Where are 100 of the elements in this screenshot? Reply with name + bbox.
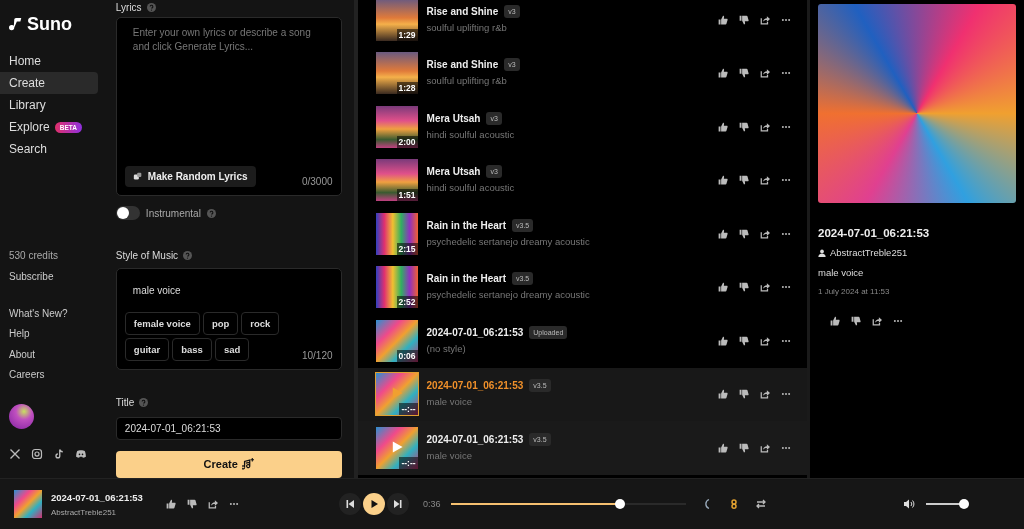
skip-forward-icon[interactable]: [393, 499, 403, 509]
song-title[interactable]: 2024-07-01_06:21:53: [426, 380, 524, 392]
share-icon[interactable]: [760, 389, 770, 400]
thumbs-up-icon[interactable]: [166, 499, 176, 509]
footer-link[interactable]: Help: [0, 324, 105, 345]
cover-art[interactable]: 0:06: [375, 319, 418, 362]
discord-icon[interactable]: [75, 447, 87, 460]
footer-link[interactable]: About: [0, 344, 105, 365]
song-title[interactable]: 2024-07-01_06:21:53: [426, 433, 524, 445]
thumbs-down-icon[interactable]: [187, 499, 197, 509]
nav-item[interactable]: Create: [0, 72, 98, 94]
play-icon[interactable]: [369, 499, 379, 509]
thumbs-up-icon[interactable]: [718, 282, 728, 293]
thumbs-down-icon[interactable]: [739, 121, 749, 132]
lyrics-field[interactable]: Enter your own lyrics or describe a song and click Generate Lyrics... Make Random Lyrics 0/3000: [115, 16, 342, 197]
share-icon[interactable]: [760, 14, 770, 25]
thumbs-down-icon[interactable]: [739, 68, 749, 79]
thumbs-down-icon[interactable]: [851, 316, 861, 326]
cover-art[interactable]: 2:52: [375, 266, 418, 309]
nav-label[interactable]: Search: [9, 142, 48, 156]
share-icon[interactable]: [760, 121, 770, 132]
song-title[interactable]: 2024-07-01_06:21:53: [426, 326, 524, 338]
thumbs-up-icon[interactable]: [718, 14, 728, 25]
music-notes-icon: [241, 458, 254, 471]
author-name[interactable]: AbstractTreble251: [830, 247, 908, 258]
x-logo-icon[interactable]: [9, 447, 21, 460]
song-title[interactable]: Rise and Shine: [426, 5, 499, 17]
share-icon[interactable]: [760, 282, 770, 293]
song-title[interactable]: Rain in the Heart: [426, 273, 507, 285]
thumbs-up-icon[interactable]: [830, 316, 840, 326]
thumbs-up-icon[interactable]: [718, 228, 728, 239]
thumbs-down-icon[interactable]: [739, 228, 749, 239]
share-icon[interactable]: [760, 175, 770, 186]
skip-back-icon[interactable]: [345, 499, 355, 509]
title-field[interactable]: 2024-07-01_06:21:53: [115, 416, 342, 440]
cover-art[interactable]: 1:28: [375, 52, 418, 95]
nav-item[interactable]: Search: [0, 138, 98, 160]
song-title[interactable]: 2024-07-01_06:21:53: [51, 491, 161, 503]
thumbs-up-icon[interactable]: [718, 121, 728, 132]
nav-label[interactable]: Explore: [9, 120, 50, 134]
help-icon[interactable]: [183, 250, 193, 260]
thumbs-down-icon[interactable]: [739, 282, 749, 293]
nav-item[interactable]: Home: [0, 50, 98, 72]
help-icon[interactable]: [146, 3, 156, 13]
style-tag[interactable]: guitar: [124, 337, 170, 361]
thumbs-up-icon[interactable]: [718, 175, 728, 186]
thumbs-down-icon[interactable]: [739, 442, 749, 453]
style-tag[interactable]: female voice: [124, 311, 200, 335]
song-title[interactable]: Rise and Shine: [426, 59, 499, 71]
thumbs-down-icon[interactable]: [739, 14, 749, 25]
style-tag[interactable]: pop: [202, 311, 239, 335]
style-tag[interactable]: sad: [214, 337, 250, 361]
song-title[interactable]: Mera Utsah: [426, 112, 481, 124]
cover-art[interactable]: --:--: [375, 373, 418, 416]
play-button[interactable]: [363, 493, 385, 515]
cover-art[interactable]: 1:51: [375, 159, 418, 202]
footer-link[interactable]: Careers: [0, 365, 105, 386]
thumbs-up-icon[interactable]: [718, 68, 728, 79]
thumbs-up-icon[interactable]: [718, 335, 728, 346]
style-field[interactable]: male voice: [124, 276, 333, 304]
nav-label[interactable]: Library: [9, 98, 46, 112]
next-button[interactable]: [387, 493, 409, 515]
song-title[interactable]: Mera Utsah: [426, 166, 481, 178]
thumbs-down-icon[interactable]: [739, 389, 749, 400]
share-icon[interactable]: [872, 316, 882, 326]
thumbs-up-icon[interactable]: [718, 389, 728, 400]
cover-art[interactable]: --:--: [375, 426, 418, 469]
thumbs-down-icon[interactable]: [739, 175, 749, 186]
share-icon[interactable]: [208, 499, 218, 509]
instagram-icon[interactable]: [31, 447, 43, 460]
help-icon[interactable]: [139, 398, 149, 408]
shuffle-icon[interactable]: [754, 498, 767, 510]
artist-name[interactable]: AbstractTreble251: [51, 507, 161, 517]
thumbs-up-icon[interactable]: [718, 442, 728, 453]
share-icon[interactable]: [760, 68, 770, 79]
volume-icon[interactable]: [902, 498, 915, 510]
share-icon[interactable]: [760, 228, 770, 239]
avatar[interactable]: [9, 403, 34, 429]
footer-link[interactable]: What's New?: [0, 303, 105, 324]
style-tag[interactable]: bass: [172, 337, 212, 361]
thumbs-down-icon[interactable]: [739, 335, 749, 346]
previous-button[interactable]: [339, 493, 361, 515]
cover-art[interactable]: 2:15: [375, 212, 418, 255]
share-icon[interactable]: [760, 335, 770, 346]
help-icon[interactable]: [206, 208, 216, 218]
subscribe-link[interactable]: Subscribe: [0, 267, 105, 288]
make-random-lyrics-button[interactable]: Make Random Lyrics: [124, 166, 256, 188]
cover-art[interactable]: 1:29: [375, 0, 418, 41]
tiktok-icon[interactable]: [53, 447, 65, 460]
nav-label[interactable]: Create: [9, 76, 46, 90]
cover-art[interactable]: 2:00: [375, 105, 418, 148]
nav-label[interactable]: Home: [9, 54, 41, 68]
style-tag[interactable]: rock: [241, 311, 280, 335]
nav-item[interactable]: Library: [0, 94, 98, 116]
elapsed-time: 0:36: [423, 499, 441, 509]
song-style: male voice: [818, 267, 865, 278]
song-title[interactable]: Rain in the Heart: [426, 219, 507, 231]
create-button[interactable]: Create: [115, 450, 342, 478]
share-icon[interactable]: [760, 442, 770, 453]
instrumental-toggle[interactable]: [115, 206, 140, 221]
